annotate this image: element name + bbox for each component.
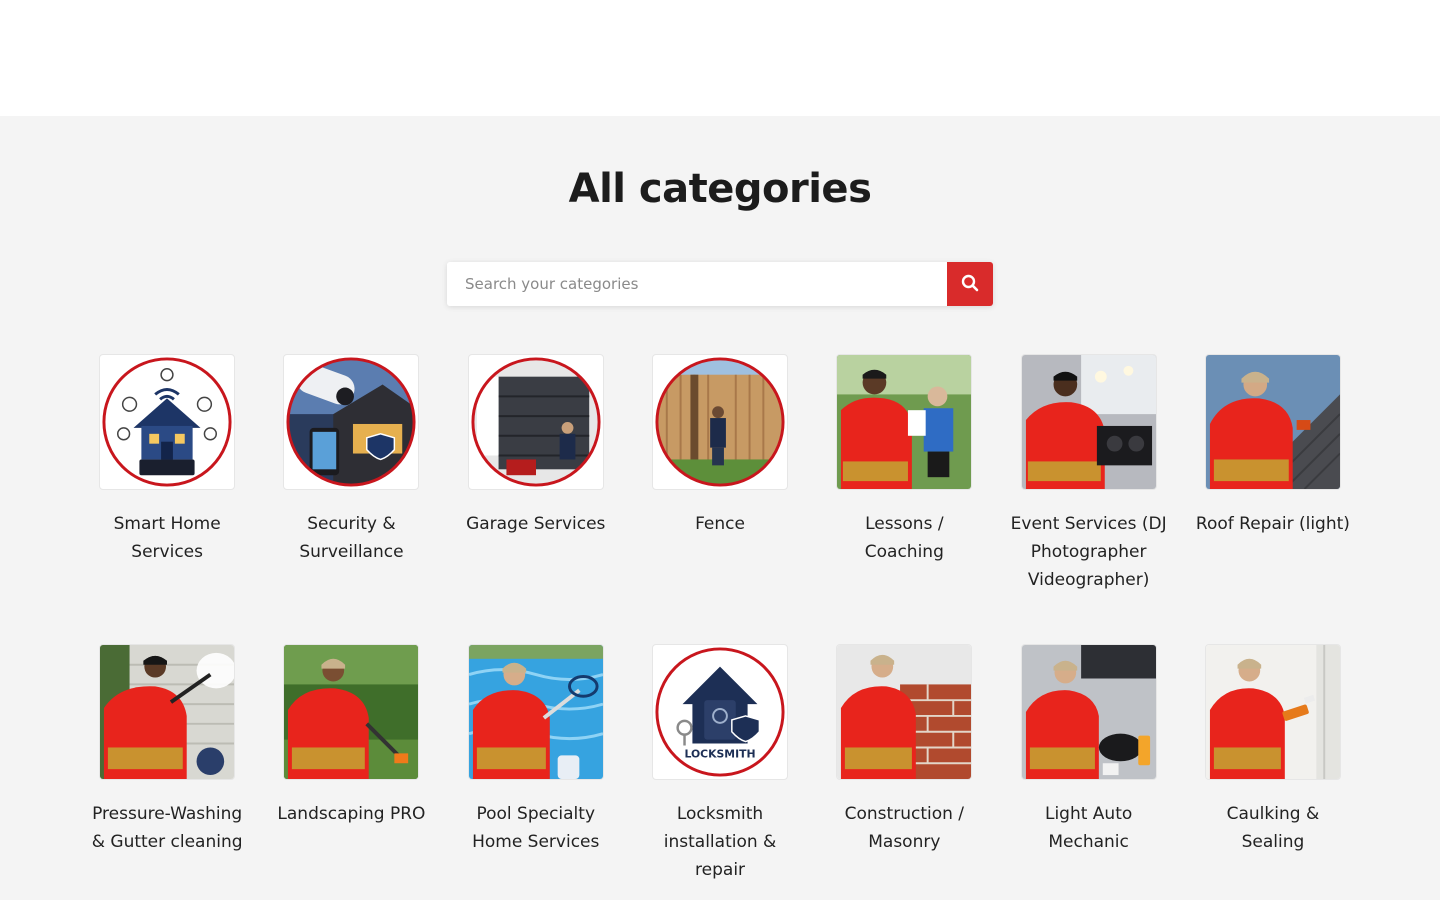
- category-card[interactable]: Security & Surveillance: [259, 354, 443, 594]
- category-label: Roof Repair (light): [1195, 514, 1350, 534]
- search-input[interactable]: [447, 262, 947, 306]
- category-label: Construction / Masonry: [844, 804, 965, 852]
- coaching-photo: [836, 354, 973, 490]
- category-label: Event Services (DJ Photographer Videogra…: [1010, 514, 1167, 590]
- locksmith-icon: LOCKSMITH: [652, 644, 789, 780]
- category-card[interactable]: Lessons / Coaching: [812, 354, 996, 594]
- category-card[interactable]: Light Auto Mechanic: [996, 644, 1180, 884]
- category-card[interactable]: Caulking & Sealing: [1181, 644, 1365, 884]
- category-label: Security & Surveillance: [299, 514, 404, 562]
- pressure-washing-photo: [99, 644, 236, 780]
- category-label: Fence: [695, 514, 745, 534]
- masonry-photo: [836, 644, 973, 780]
- category-card[interactable]: Garage Services: [444, 354, 628, 594]
- search-icon: [961, 274, 979, 295]
- category-card[interactable]: LOCKSMITH Locksmith installation & repai…: [628, 644, 812, 884]
- category-label: Landscaping PRO: [277, 804, 426, 824]
- category-label: Light Auto Mechanic: [1044, 804, 1133, 852]
- security-camera-icon: [283, 354, 420, 490]
- category-card[interactable]: Pool Specialty Home Services: [444, 644, 628, 884]
- category-card[interactable]: Landscaping PRO: [259, 644, 443, 884]
- category-card[interactable]: Smart Home Services: [75, 354, 259, 594]
- category-card[interactable]: Fence: [628, 354, 812, 594]
- category-grid: Smart Home Services Security & Surveilla…: [75, 354, 1365, 884]
- smart-home-icon: [99, 354, 236, 490]
- category-card[interactable]: Pressure-Washing & Gutter cleaning: [75, 644, 259, 884]
- garage-door-icon: [467, 354, 604, 490]
- auto-mechanic-photo: [1020, 644, 1157, 780]
- page-title: All categories: [568, 166, 872, 212]
- caulking-photo: [1204, 644, 1341, 780]
- dj-photo: [1020, 354, 1157, 490]
- category-card[interactable]: Construction / Masonry: [812, 644, 996, 884]
- category-card[interactable]: Event Services (DJ Photographer Videogra…: [996, 354, 1180, 594]
- category-label: Lessons / Coaching: [864, 514, 944, 562]
- search-button[interactable]: [947, 262, 993, 306]
- category-label: Locksmith installation & repair: [663, 804, 777, 880]
- category-label: Pool Specialty Home Services: [472, 804, 600, 852]
- top-header-bar: [0, 0, 1440, 116]
- category-label: Caulking & Sealing: [1226, 804, 1320, 852]
- landscaping-photo: [283, 644, 420, 780]
- fence-icon: [652, 354, 789, 490]
- category-search-form: [447, 262, 993, 306]
- categories-section: All categories Search your categories Sm…: [0, 116, 1440, 900]
- category-label: Smart Home Services: [113, 514, 221, 562]
- category-label: Pressure-Washing & Gutter cleaning: [91, 804, 243, 852]
- roof-photo: [1204, 354, 1341, 490]
- locksmith-badge-text: LOCKSMITH: [684, 747, 755, 760]
- category-card[interactable]: Roof Repair (light): [1181, 354, 1365, 594]
- pool-photo: [467, 644, 604, 780]
- category-label: Garage Services: [466, 514, 606, 534]
